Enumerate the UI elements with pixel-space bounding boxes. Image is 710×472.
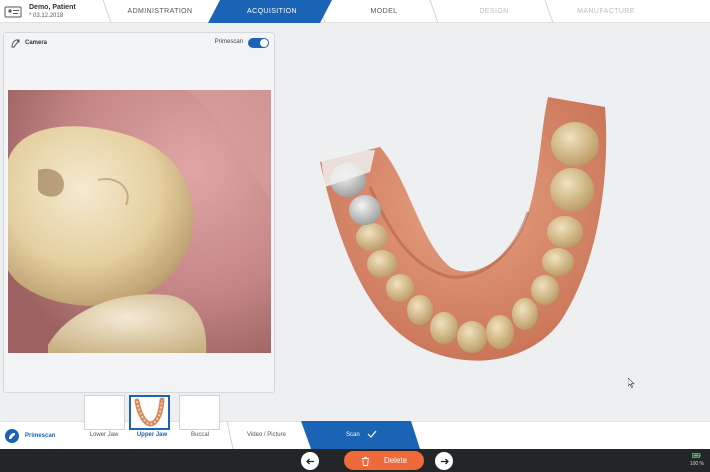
- primescan-toggle-label: Primescan: [214, 39, 243, 45]
- upper-jaw-thumbnail[interactable]: [129, 395, 170, 430]
- toggle-knob: [260, 39, 268, 47]
- step-model[interactable]: MODEL: [334, 0, 434, 23]
- lower-jaw-thumbnail[interactable]: [84, 395, 125, 430]
- primescan-label: Primescan: [25, 433, 56, 439]
- lower-jaw-label[interactable]: Lower Jaw: [79, 432, 129, 438]
- checkmark-icon: [367, 430, 377, 438]
- upper-jaw-preview-icon: [134, 397, 165, 427]
- trash-icon: [361, 456, 369, 466]
- buccal-thumbnail[interactable]: [179, 395, 220, 430]
- buccal-label[interactable]: Buccal: [175, 432, 225, 438]
- top-navigation: Demo, Patient * 03.12.2018 ADMINISTRATIO…: [0, 0, 710, 23]
- primescan-logo-icon: [5, 429, 19, 443]
- intraoral-camera-image: [8, 90, 271, 353]
- step-design: DESIGN: [479, 8, 509, 15]
- step-manufacture: MANUFACTURE: [577, 8, 635, 15]
- forward-button[interactable]: [435, 452, 453, 470]
- arrow-right-icon: [440, 458, 449, 464]
- battery-icon: [692, 453, 701, 458]
- step-administration[interactable]: ADMINISTRATION: [110, 0, 210, 23]
- bottom-toolbar: Delete 100 %: [0, 449, 710, 472]
- mouse-cursor-icon: [628, 378, 635, 388]
- video-picture-tab[interactable]: Video / Picture: [247, 432, 286, 438]
- camera-icon: [11, 39, 20, 47]
- primescan-toggle[interactable]: [248, 38, 269, 48]
- scan-tab[interactable]: Scan: [346, 432, 360, 438]
- upper-jaw-label[interactable]: Upper Jaw: [127, 432, 177, 438]
- step-acquisition[interactable]: ACQUISITION: [222, 0, 322, 23]
- camera-live-feed: [8, 90, 271, 353]
- delete-button[interactable]: Delete: [344, 451, 424, 470]
- zoom-level: 100 %: [689, 461, 704, 467]
- back-button[interactable]: [301, 452, 319, 470]
- dental-arch-3d-model[interactable]: [300, 92, 620, 372]
- arrow-left-icon: [305, 458, 314, 464]
- camera-panel: Camera Primescan: [3, 32, 275, 393]
- delete-label: Delete: [383, 456, 408, 465]
- primescan-brand: Primescan: [0, 422, 55, 450]
- camera-title: Camera: [25, 40, 48, 46]
